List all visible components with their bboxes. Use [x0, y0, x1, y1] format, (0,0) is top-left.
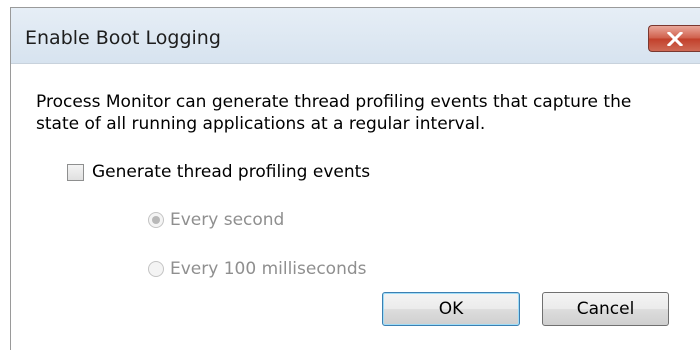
every-100ms-label[interactable]: Every 100 milliseconds: [170, 259, 367, 279]
every-100ms-option[interactable]: Every 100 milliseconds: [148, 257, 367, 281]
description-text: Process Monitor can generate thread prof…: [36, 92, 632, 134]
thread-profiling-checkbox[interactable]: [67, 163, 84, 181]
every-100ms-radio[interactable]: [148, 261, 164, 277]
boot-logging-dialog: Enable Boot Logging Process Monitor can …: [10, 7, 700, 351]
every-second-option[interactable]: Every second: [148, 208, 284, 232]
title-bar: Enable Boot Logging: [11, 8, 700, 63]
dialog-title: Enable Boot Logging: [25, 27, 221, 49]
every-second-label[interactable]: Every second: [170, 210, 284, 230]
ok-button[interactable]: OK: [382, 292, 520, 326]
thread-profiling-option[interactable]: Generate thread profiling events: [67, 160, 370, 184]
dialog-content: Process Monitor can generate thread prof…: [11, 63, 700, 351]
close-button[interactable]: [648, 25, 700, 52]
close-icon: [667, 32, 683, 46]
every-second-radio[interactable]: [148, 212, 164, 228]
thread-profiling-label[interactable]: Generate thread profiling events: [92, 162, 370, 182]
cancel-button[interactable]: Cancel: [542, 292, 669, 326]
